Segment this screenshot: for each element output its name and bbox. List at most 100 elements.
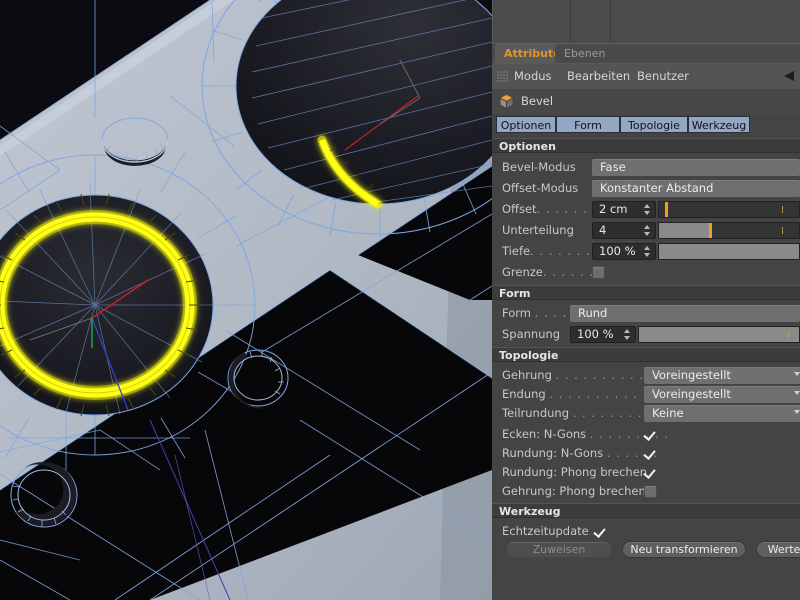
label-tiefe-dots: . . . . . . . . <box>530 244 600 258</box>
zuweisen-button[interactable]: Zuweisen <box>506 541 612 558</box>
object-name: Bevel <box>521 94 554 108</box>
teilrundung-value: Keine <box>652 406 684 420</box>
row-echtzeitupdate: Echtzeitupdate <box>492 521 800 542</box>
offset-input[interactable]: 2 cm <box>592 201 656 218</box>
viewport-scene <box>0 0 492 600</box>
gehrung-phong-checkbox[interactable] <box>644 485 657 498</box>
chevron-down-icon <box>794 372 800 376</box>
row-rundung-phong: Rundung: Phong brechen <box>492 462 800 483</box>
label-unterteilung: Unterteilung <box>502 223 574 237</box>
row-bevel-modus: Bevel-Modus Fase <box>492 157 800 178</box>
tiefe-spinner[interactable] <box>644 246 651 257</box>
gehrung-dropdown[interactable]: Voreingestellt <box>644 367 800 384</box>
top-strip-divider-1 <box>570 0 571 43</box>
object-header: Bevel <box>492 89 800 115</box>
section-header-form[interactable]: Form <box>492 285 800 300</box>
werte-button[interactable]: Werte <box>756 541 800 558</box>
bevel-modus-value: Fase <box>600 160 626 174</box>
bevel-modus-dropdown[interactable]: Fase <box>592 159 800 176</box>
offset-spinner[interactable] <box>644 204 651 215</box>
label-form-dots: . . . . <box>534 306 568 320</box>
menu-bearbeiten[interactable]: Bearbeiten <box>567 64 630 89</box>
rundung-phong-checkbox[interactable] <box>644 466 657 479</box>
label-ecken-ngons-text: Ecken: N-Gons <box>502 427 587 441</box>
spannung-input[interactable]: 100 % <box>570 326 636 343</box>
label-offset-text: Offset <box>502 202 537 216</box>
label-bevel-modus: Bevel-Modus <box>502 160 576 174</box>
form-dropdown[interactable]: Rund <box>570 305 800 322</box>
unterteilung-spinner[interactable] <box>644 225 651 236</box>
label-gehrung-text: Gehrung <box>502 368 552 382</box>
cinema4d-window: Attribute Ebenen Modus Bearbeiten Benutz… <box>0 0 800 600</box>
row-tool-buttons: Zuweisen Neu transformieren Werte <box>492 541 800 561</box>
top-strip-left-divider <box>492 0 493 43</box>
row-gehrung-phong: Gehrung: Phong brechen <box>492 481 800 502</box>
row-endung: Endung . . . . . . . . . . . . . Voreing… <box>492 384 800 405</box>
perspective-viewport[interactable] <box>0 0 492 600</box>
label-spannung: Spannung <box>502 327 561 341</box>
section-tabbar: Optionen Form Topologie Werkzeug <box>492 114 800 136</box>
menu-benutzer[interactable]: Benutzer <box>637 64 689 89</box>
chevron-down-icon <box>794 391 800 395</box>
form-value: Rund <box>578 306 608 320</box>
label-endung-text: Endung <box>502 387 546 401</box>
tab-form[interactable]: Form <box>556 116 620 133</box>
section-header-topologie[interactable]: Topologie <box>492 347 800 362</box>
label-echtzeitupdate: Echtzeitupdate <box>502 524 589 538</box>
offset-modus-dropdown[interactable]: Konstanter Abstand <box>592 180 800 197</box>
panel-top-strip <box>492 0 800 45</box>
label-grenze: Grenze. . . . . . . <box>502 262 603 283</box>
unterteilung-value: 4 <box>599 223 607 237</box>
bevel-cube-icon <box>499 94 514 110</box>
label-offset: Offset. . . . . . . <box>502 199 597 220</box>
label-teilrundung-text: Teilrundung <box>502 406 570 420</box>
gehrung-value: Voreingestellt <box>652 368 731 382</box>
label-gehrung-phong: Gehrung: Phong brechen <box>502 484 646 498</box>
top-strip-divider-2 <box>610 0 611 43</box>
label-offset-modus: Offset-Modus <box>502 181 579 195</box>
row-form: Form . . . . Rund <box>492 303 800 324</box>
row-teilrundung: Teilrundung . . . . . . . . . . Keine <box>492 403 800 424</box>
row-unterteilung: Unterteilung 4 <box>492 220 800 241</box>
grenze-checkbox[interactable] <box>592 266 605 279</box>
row-gehrung: Gehrung . . . . . . . . . . . . . Vorein… <box>492 365 800 386</box>
label-tiefe-text: Tiefe <box>502 244 531 258</box>
offset-slider[interactable] <box>658 201 800 218</box>
chevron-down-icon <box>794 410 800 414</box>
spannung-slider[interactable] <box>638 326 800 343</box>
tab-ebenen[interactable]: Ebenen <box>555 44 615 63</box>
label-rundung-ngons-text: Rundung: N-Gons <box>502 446 604 460</box>
unterteilung-input[interactable]: 4 <box>592 222 656 239</box>
collapse-left-triangle-icon[interactable] <box>784 71 794 81</box>
rundung-ngons-checkbox[interactable] <box>644 447 657 460</box>
attribute-manager-panel: Attribute Ebenen Modus Bearbeiten Benutz… <box>492 0 800 600</box>
manager-tabbar: Attribute Ebenen <box>492 44 800 64</box>
endung-dropdown[interactable]: Voreingestellt <box>644 386 800 403</box>
tiefe-value: 100 % <box>599 244 636 258</box>
menu-modus[interactable]: Modus <box>514 64 552 89</box>
ecken-ngons-checkbox[interactable] <box>644 428 657 441</box>
label-tiefe: Tiefe. . . . . . . . <box>502 241 600 262</box>
echtzeitupdate-checkbox[interactable] <box>594 525 607 538</box>
tab-topologie[interactable]: Topologie <box>620 116 688 133</box>
unterteilung-slider[interactable] <box>658 222 800 239</box>
tiefe-input[interactable]: 100 % <box>592 243 656 260</box>
section-header-optionen[interactable]: Optionen <box>492 138 800 153</box>
tab-optionen[interactable]: Optionen <box>496 116 556 133</box>
label-form-text: Form <box>502 306 531 320</box>
label-teilrundung: Teilrundung . . . . . . . . . . <box>502 403 661 424</box>
row-spannung: Spannung 100 % <box>492 324 800 345</box>
label-ecken-ngons-dots: . . . . . . . . . <box>589 427 669 441</box>
drag-grip-icon[interactable] <box>497 71 508 82</box>
section-header-werkzeug[interactable]: Werkzeug <box>492 503 800 518</box>
teilrundung-dropdown[interactable]: Keine <box>644 405 800 422</box>
spannung-spinner[interactable] <box>624 329 631 340</box>
neu-transformieren-button[interactable]: Neu transformieren <box>622 541 746 558</box>
row-ecken-ngons: Ecken: N-Gons . . . . . . . . . <box>492 424 800 445</box>
tiefe-slider[interactable] <box>658 243 800 260</box>
row-tiefe: Tiefe. . . . . . . . 100 % <box>492 241 800 262</box>
tab-werkzeug[interactable]: Werkzeug <box>688 116 750 133</box>
spannung-value: 100 % <box>577 327 614 341</box>
label-form: Form . . . . <box>502 303 567 324</box>
label-rundung-ngons: Rundung: N-Gons . . . . . . <box>502 443 658 464</box>
